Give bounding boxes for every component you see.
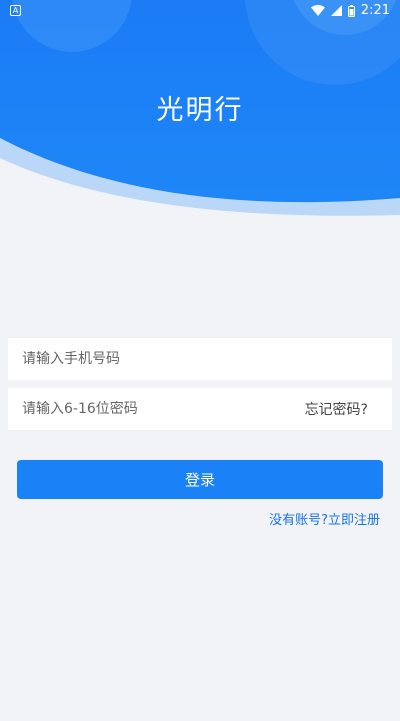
password-input[interactable]: [22, 401, 305, 417]
notification-icon: A: [10, 5, 21, 16]
status-right: 2:21: [310, 3, 390, 18]
status-time: 2:21: [360, 3, 390, 18]
password-field[interactable]: 忘记密码?: [8, 388, 392, 430]
battery-icon: [347, 4, 355, 17]
register-link[interactable]: 没有账号?立即注册: [269, 509, 380, 528]
forgot-password-link[interactable]: 忘记密码?: [305, 399, 368, 419]
phone-input[interactable]: [22, 351, 378, 367]
wifi-icon: [310, 5, 325, 16]
login-button[interactable]: 登录: [17, 460, 383, 499]
phone-field[interactable]: [8, 338, 392, 380]
status-bar: A 2:21: [0, 0, 400, 22]
signal-icon: [330, 5, 342, 16]
login-button-label: 登录: [184, 471, 215, 489]
app-title: 光明行: [156, 95, 244, 126]
status-left: A: [10, 5, 21, 16]
